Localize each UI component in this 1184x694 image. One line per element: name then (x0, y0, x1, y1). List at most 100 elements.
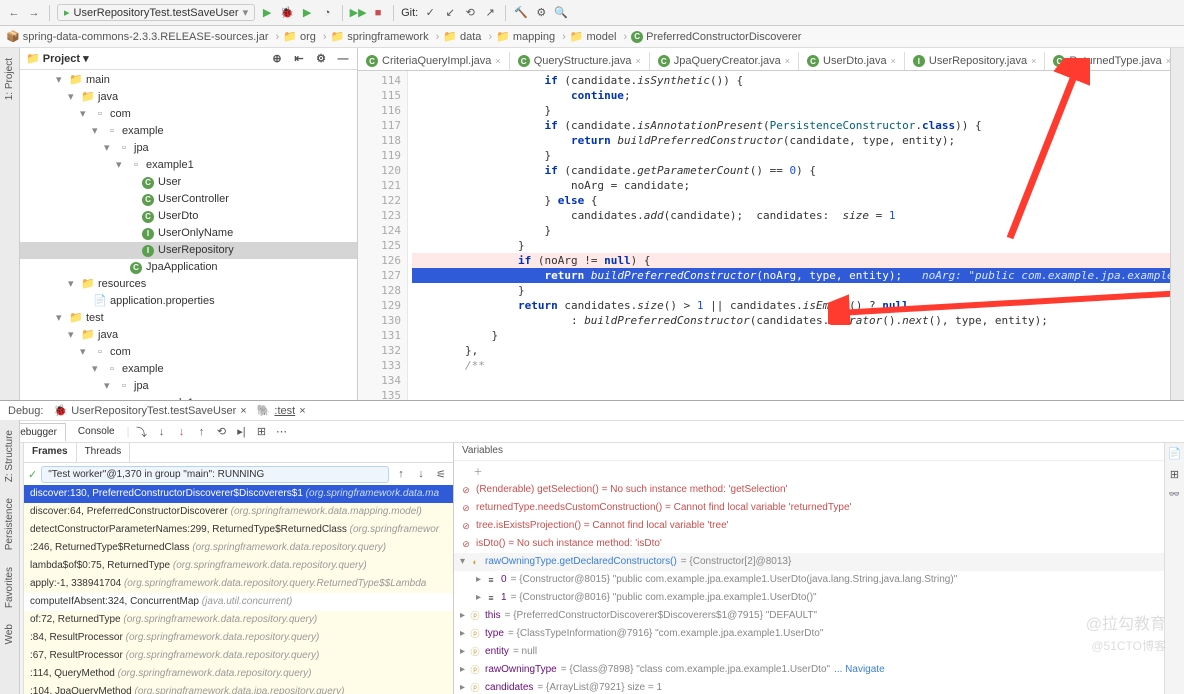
force-step-icon[interactable]: ↓ (173, 426, 189, 438)
tree-node[interactable]: ▾📁java (20, 327, 357, 344)
tree-node[interactable]: ▾📁java (20, 89, 357, 106)
stack-frame[interactable]: of:72, ReturnedType (org.springframework… (24, 611, 453, 629)
rail-persistence[interactable]: Persistence (4, 494, 15, 554)
stack-frame[interactable]: discover:64, PreferredConstructorDiscove… (24, 503, 453, 521)
editor-tab[interactable]: CriteriaQueryImpl.java× (358, 52, 510, 71)
tree-node[interactable]: ▾▫com (20, 344, 357, 361)
build-icon[interactable]: 🔨 (513, 5, 529, 21)
variable-row[interactable]: ▸ ⓟ type = {ClassTypeInformation@7916} "… (454, 625, 1164, 643)
step-over-icon[interactable]: ⤵ (133, 424, 149, 440)
tree-node[interactable]: ▾📁test (20, 310, 357, 327)
breadcrumb-seg[interactable]: 📦 spring-data-commons-2.3.3.RELEASE-sour… (6, 30, 279, 43)
git-push-icon[interactable]: ↗ (482, 5, 498, 21)
tree-node[interactable]: User (20, 174, 357, 191)
tree-node[interactable]: JpaApplication (20, 259, 357, 276)
breadcrumb-seg[interactable]: 📁 springframework (331, 30, 440, 43)
frame-up-icon[interactable]: ↑ (393, 468, 409, 480)
layout-icon[interactable]: ⊞ (1167, 468, 1183, 481)
run2-icon[interactable]: ▶▶ (350, 5, 366, 21)
stop-icon[interactable]: ■ (370, 5, 386, 21)
debug-session-tab[interactable]: 🐘 :test × (257, 404, 306, 417)
tree-node[interactable]: ▾📁resources (20, 276, 357, 293)
breadcrumb-seg[interactable]: 📁 data (443, 30, 492, 43)
breadcrumb-seg[interactable]: 📁 model (570, 30, 627, 43)
stack-frame[interactable]: :114, QueryMethod (org.springframework.d… (24, 665, 453, 683)
tree-node[interactable]: ▾▫example (20, 361, 357, 378)
stack-frame[interactable]: computeIfAbsent:324, ConcurrentMap (java… (24, 593, 453, 611)
threads-tab[interactable]: Threads (77, 443, 131, 462)
search-icon[interactable]: 🔍 (553, 5, 569, 21)
variable-row[interactable]: (Renderable) getSelection() = No such in… (454, 481, 1164, 499)
tree-node[interactable]: ▾▫jpa (20, 140, 357, 157)
variable-row[interactable]: ▸ ≡ 0 = {Constructor@8015} "public com.e… (454, 571, 1164, 589)
stack-frame[interactable]: :67, ResultProcessor (org.springframewor… (24, 647, 453, 665)
rail-web[interactable]: Web (4, 620, 15, 648)
new-watch-icon[interactable]: 📄 (1167, 447, 1183, 460)
step-out-icon[interactable]: ↑ (193, 426, 209, 438)
fwd-icon[interactable]: → (26, 5, 42, 21)
git-pull-icon[interactable]: ↙ (442, 5, 458, 21)
variable-row[interactable]: isDto() = No such instance method: 'isDt… (454, 535, 1164, 553)
tree-node[interactable]: UserRepository (20, 242, 357, 259)
stack-frame[interactable]: :246, ReturnedType$ReturnedClass (org.sp… (24, 539, 453, 557)
variable-row[interactable]: tree.isExistsProjection() = Cannot find … (454, 517, 1164, 535)
editor-tab[interactable]: QueryStructure.java× (510, 52, 650, 71)
variable-row[interactable]: ▸ ⓟ rawOwningType = {Class@7898} "class … (454, 661, 1164, 679)
back-icon[interactable]: ← (6, 5, 22, 21)
tab-console[interactable]: Console (70, 423, 123, 440)
run-to-cursor-icon[interactable]: ▸| (233, 425, 249, 438)
variable-row[interactable]: ▸ ≡ 1 = {Constructor@8016} "public com.e… (454, 589, 1164, 607)
tree-node[interactable]: ▾▫example1 (20, 157, 357, 174)
evaluate-icon[interactable]: ⊞ (253, 425, 269, 438)
variable-row[interactable]: ▾ ◐ rawOwningType.getDeclaredConstructor… (454, 553, 1164, 571)
variable-row[interactable]: returnedType.needsCustomConstruction() =… (454, 499, 1164, 517)
gear-icon[interactable]: ⚙ (313, 51, 329, 67)
breadcrumb-seg[interactable]: 📁 org (283, 30, 326, 43)
hide-icon[interactable]: — (335, 51, 351, 67)
variable-row[interactable]: ▸ ⓟ entity = null (454, 643, 1164, 661)
tree-node[interactable]: UserController (20, 191, 357, 208)
breadcrumb-seg[interactable]: 📁 mapping (496, 30, 566, 43)
variable-row[interactable]: ▸ ⓟ this = {PreferredConstructorDiscover… (454, 607, 1164, 625)
editor-tab[interactable]: JpaQueryCreator.java× (650, 52, 799, 71)
tree-node[interactable]: ▾▫example (20, 123, 357, 140)
drop-frame-icon[interactable]: ⟲ (213, 425, 229, 438)
run-config-selector[interactable]: ▸UserRepositoryTest.testSaveUser▾ (57, 4, 255, 21)
stack-frame[interactable]: :84, ResultProcessor (org.springframewor… (24, 629, 453, 647)
thread-selector[interactable]: "Test worker"@1,370 in group "main": RUN… (41, 466, 389, 483)
breadcrumb-seg[interactable]: PreferredConstructorDiscoverer (631, 30, 808, 43)
variable-row[interactable]: ▸ ⓟ candidates = {ArrayList@7921} size =… (454, 679, 1164, 694)
tree-node[interactable]: ▾▫com (20, 106, 357, 123)
tree-node[interactable]: UserDto (20, 208, 357, 225)
frame-filter-icon[interactable]: ⚟ (433, 468, 449, 481)
stack-frame[interactable]: discover:130, PreferredConstructorDiscov… (24, 485, 453, 503)
frame-down-icon[interactable]: ↓ (413, 468, 429, 480)
rail-favorites[interactable]: Favorites (4, 563, 15, 612)
stack-frame[interactable]: :104, JpaQueryMethod (org.springframewor… (24, 683, 453, 694)
stack-frame[interactable]: apply:-1, 338941704 (org.springframework… (24, 575, 453, 593)
rail-structure[interactable]: Z: Structure (4, 426, 15, 486)
more-icon[interactable]: ⋯ (273, 425, 289, 438)
editor-tab[interactable]: UserDto.java× (799, 52, 905, 71)
tree-node[interactable]: UserOnlyName (20, 225, 357, 242)
step-into-icon[interactable]: ↓ (153, 426, 169, 438)
stack-frame[interactable]: detectConstructorParameterNames:299, Ret… (24, 521, 453, 539)
tree-node[interactable]: ▾📁main (20, 72, 357, 89)
rail-project[interactable]: 1: Project (4, 54, 15, 104)
locate-icon[interactable]: ⊕ (269, 51, 285, 67)
editor-tab[interactable]: UserRepository.java× (905, 52, 1046, 71)
coverage-icon[interactable]: ▶ (299, 5, 315, 21)
tree-node[interactable]: 📄application.properties (20, 293, 357, 310)
debug-icon[interactable]: 🐞 (279, 5, 295, 21)
editor-tab[interactable]: ReturnedType.java× (1045, 52, 1180, 71)
tree-node[interactable]: ▾▫jpa (20, 378, 357, 395)
stack-frame[interactable]: lambda$of$0:75, ReturnedType (org.spring… (24, 557, 453, 575)
settings-icon[interactable]: ⚙ (533, 5, 549, 21)
run-icon[interactable]: ▶ (259, 5, 275, 21)
debug-session-tab[interactable]: 🐞 UserRepositoryTest.testSaveUser × (53, 404, 246, 417)
glasses-icon[interactable]: 👓 (1167, 489, 1183, 500)
collapse-icon[interactable]: ⇤ (291, 51, 307, 67)
git-update-icon[interactable]: ✓ (422, 5, 438, 21)
frames-tab[interactable]: Frames (24, 443, 77, 462)
frames-list[interactable]: discover:130, PreferredConstructorDiscov… (24, 485, 453, 694)
